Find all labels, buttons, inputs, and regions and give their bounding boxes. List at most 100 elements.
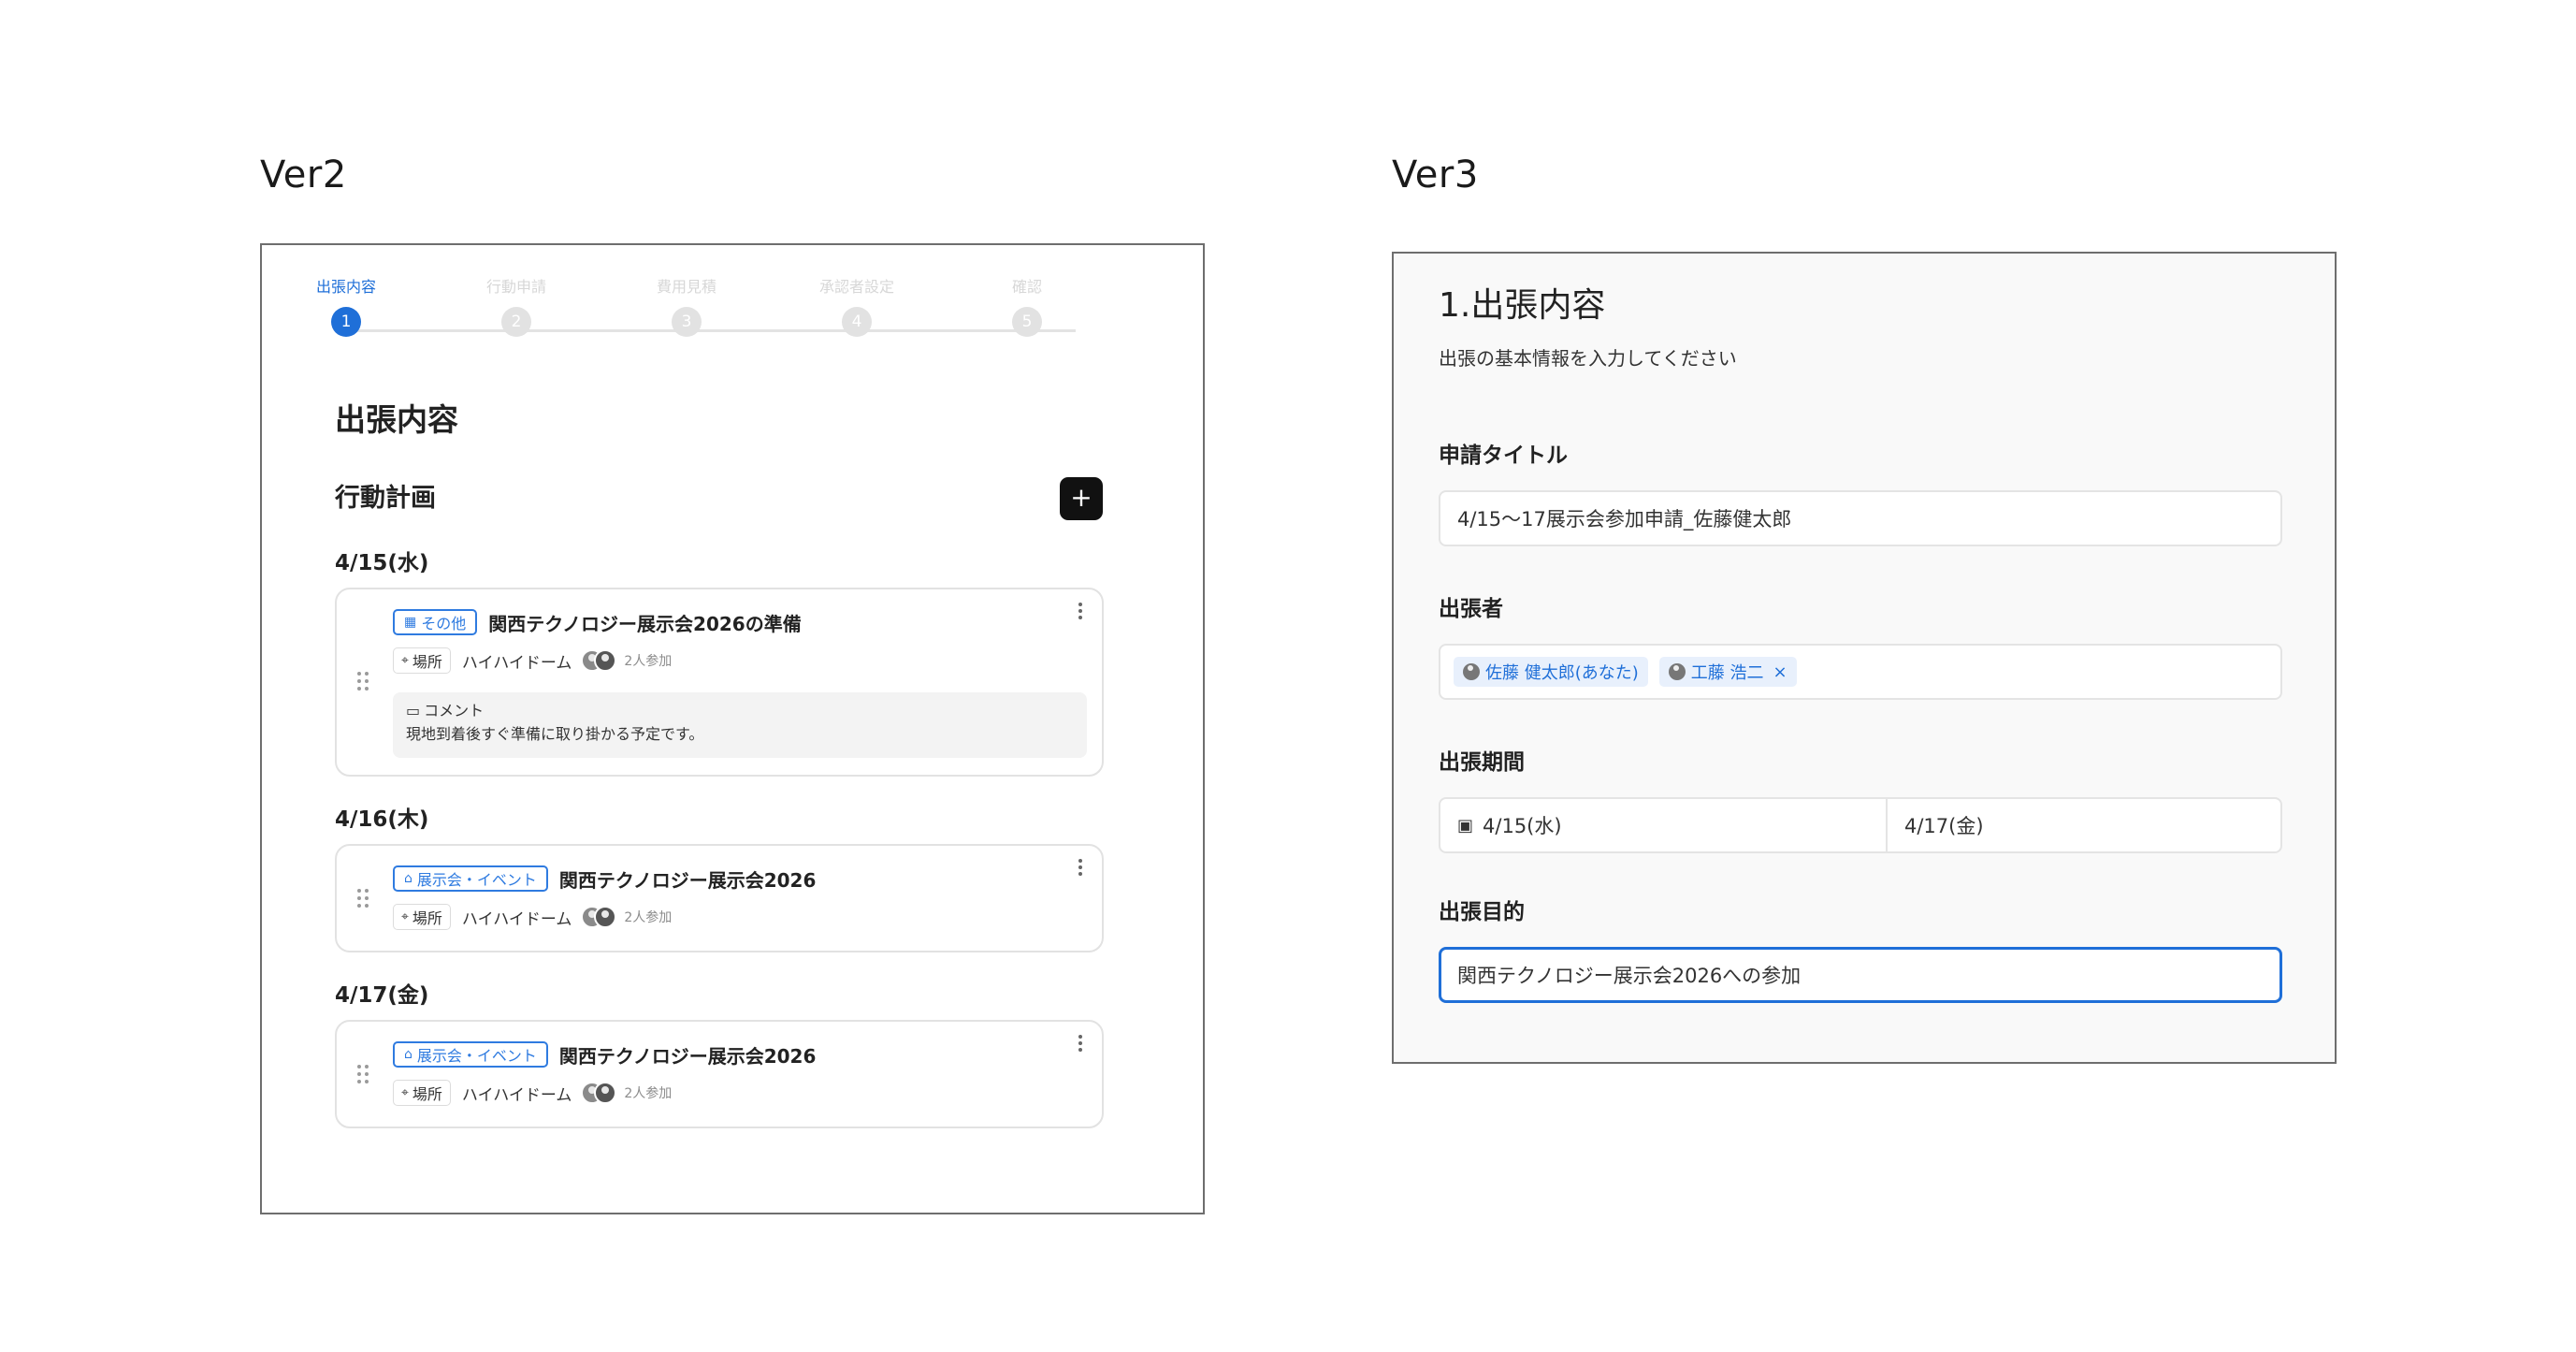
attendee-count: 2人参加 [624, 910, 673, 925]
place-chip: ⌖ 場所 [393, 904, 451, 930]
plan-card[interactable]: ⌂ 展示会・イベント 関西テクノロジー展示会2026 ⌖ 場所 ハイハイドーム … [335, 844, 1104, 952]
step-5[interactable]: 確認 5 [962, 277, 1093, 337]
period-start-value: 4/15(水) [1483, 815, 1562, 837]
plan-card[interactable]: ▦ その他 関西テクノロジー展示会2026の準備 ⌖ 場所 ハイハイドーム 2人… [335, 588, 1104, 777]
place-chip-label: 場所 [412, 1085, 442, 1103]
attendee-avatars [581, 906, 622, 928]
purpose-input[interactable]: 関西テクノロジー展示会2026への参加 [1439, 947, 2282, 1003]
place-chip-label: 場所 [412, 909, 442, 927]
category-tag-label: 展示会・イベント [416, 1047, 537, 1065]
day-label: 4/15(水) [335, 551, 429, 575]
attendee-avatars [581, 1082, 622, 1104]
plan-title: 関西テクノロジー展示会2026 [558, 1044, 817, 1068]
step-label: 費用見積 [656, 278, 716, 296]
category-tag: ▦ その他 [393, 609, 478, 635]
comment-text: 現地到着後すぐ準備に取り掛かる予定です。 [406, 725, 704, 743]
comment-label-text: コメント [424, 702, 485, 720]
location-pin-icon: ⌖ [401, 909, 409, 924]
category-tag-label: その他 [421, 615, 467, 632]
version-label-v2: Ver2 [260, 153, 347, 196]
avatar [1668, 663, 1686, 680]
more-menu-icon[interactable] [1078, 603, 1083, 621]
travelers-label: 出張者 [1439, 597, 1503, 621]
step-label: 確認 [1011, 278, 1042, 296]
version-label-v3: Ver3 [1392, 153, 1479, 196]
avatar [1463, 663, 1480, 680]
step-1[interactable]: 出張内容 1 [281, 277, 412, 337]
step-number: 1 [331, 307, 361, 337]
card-header: ▦ その他 関西テクノロジー展示会2026の準備 [393, 608, 802, 636]
calendar-icon: ▣ [1457, 815, 1474, 836]
location-pin-icon: ⌖ [401, 653, 409, 668]
place-name: ハイハイドーム [461, 1085, 572, 1105]
day-label: 4/16(木) [335, 807, 429, 832]
drag-handle-icon[interactable] [357, 889, 370, 909]
version-2-frame: 出張内容 1 行動申請 2 費用見積 3 承認者設定 4 確認 5 出張内容 行… [260, 243, 1205, 1214]
plan-card[interactable]: ⌂ 展示会・イベント 関西テクノロジー展示会2026 ⌖ 場所 ハイハイドーム … [335, 1020, 1104, 1128]
travelers-field[interactable]: 佐藤 健太郎(あなた) 工藤 浩二 × [1439, 644, 2282, 700]
comment-icon: ▭ [406, 702, 421, 720]
attendee-avatars [581, 649, 622, 672]
add-plan-button[interactable]: + [1060, 477, 1103, 520]
page-title: 出張内容 [335, 401, 458, 438]
traveler-chip: 佐藤 健太郎(あなた) [1454, 657, 1648, 687]
page-title: 1.出張内容 [1439, 286, 1606, 325]
place-chip: ⌖ 場所 [393, 647, 451, 674]
step-label: 承認者設定 [818, 278, 894, 296]
avatar [594, 906, 617, 928]
place-chip: ⌖ 場所 [393, 1080, 451, 1106]
step-number: 2 [501, 307, 531, 337]
period-start-input[interactable]: ▣ 4/15(水) [1440, 799, 1888, 851]
building-icon: ⌂ [404, 1047, 412, 1062]
step-3[interactable]: 費用見積 3 [621, 277, 752, 337]
day-label: 4/17(金) [335, 983, 429, 1008]
version-3-frame: 1.出張内容 出張の基本情報を入力してください 申請タイトル 4/15〜17展示… [1392, 252, 2337, 1064]
page-subtitle: 出張の基本情報を入力してください [1439, 347, 1737, 370]
place-chip-label: 場所 [412, 653, 442, 671]
application-title-input[interactable]: 4/15〜17展示会参加申請_佐藤健太郎 [1439, 490, 2282, 546]
place-name: ハイハイドーム [461, 909, 572, 929]
step-4[interactable]: 承認者設定 4 [791, 277, 922, 337]
step-label: 出張内容 [315, 278, 376, 296]
comment-label: ▭ コメント [406, 700, 1074, 722]
period-range-field: ▣ 4/15(水) 4/17(金) [1439, 797, 2282, 853]
more-menu-icon[interactable] [1078, 859, 1083, 878]
avatar [594, 649, 617, 672]
remove-traveler-icon[interactable]: × [1773, 662, 1787, 682]
more-menu-icon[interactable] [1078, 1035, 1083, 1054]
step-number: 3 [672, 307, 702, 337]
plan-title: 関西テクノロジー展示会2026 [558, 868, 817, 892]
card-header: ⌂ 展示会・イベント 関西テクノロジー展示会2026 [393, 1040, 816, 1069]
card-meta: ⌖ 場所 ハイハイドーム 2人参加 [393, 647, 672, 674]
period-end-input[interactable]: 4/17(金) [1888, 799, 2280, 851]
stepper: 出張内容 1 行動申請 2 費用見積 3 承認者設定 4 確認 5 [309, 277, 1113, 342]
period-end-value: 4/17(金) [1904, 815, 1984, 837]
section-title-action-plan: 行動計画 [335, 484, 436, 513]
building-icon: ⌂ [404, 871, 412, 886]
step-number: 4 [842, 307, 872, 337]
traveler-name: 佐藤 健太郎(あなた) [1485, 663, 1639, 683]
drag-handle-icon[interactable] [357, 672, 370, 692]
category-tag: ⌂ 展示会・イベント [393, 1041, 548, 1068]
category-tag: ⌂ 展示会・イベント [393, 865, 548, 892]
step-2[interactable]: 行動申請 2 [451, 277, 582, 337]
drag-handle-icon[interactable] [357, 1065, 370, 1085]
card-meta: ⌖ 場所 ハイハイドーム 2人参加 [393, 904, 672, 930]
step-label: 行動申請 [485, 278, 546, 296]
avatar [594, 1082, 617, 1104]
traveler-chip: 工藤 浩二 × [1658, 657, 1797, 687]
application-title-label: 申請タイトル [1439, 443, 1568, 468]
attendee-count: 2人参加 [624, 1086, 673, 1101]
place-name: ハイハイドーム [461, 653, 572, 673]
step-number: 5 [1012, 307, 1042, 337]
grid-icon: ▦ [404, 615, 417, 630]
attendee-count: 2人参加 [624, 654, 673, 669]
card-meta: ⌖ 場所 ハイハイドーム 2人参加 [393, 1080, 672, 1106]
period-label: 出張期間 [1439, 750, 1525, 775]
card-header: ⌂ 展示会・イベント 関西テクノロジー展示会2026 [393, 865, 816, 893]
category-tag-label: 展示会・イベント [416, 871, 537, 889]
comment-box: ▭ コメント 現地到着後すぐ準備に取り掛かる予定です。 [393, 692, 1087, 758]
traveler-name: 工藤 浩二 [1690, 663, 1764, 683]
purpose-label: 出張目的 [1439, 900, 1525, 924]
location-pin-icon: ⌖ [401, 1085, 409, 1100]
